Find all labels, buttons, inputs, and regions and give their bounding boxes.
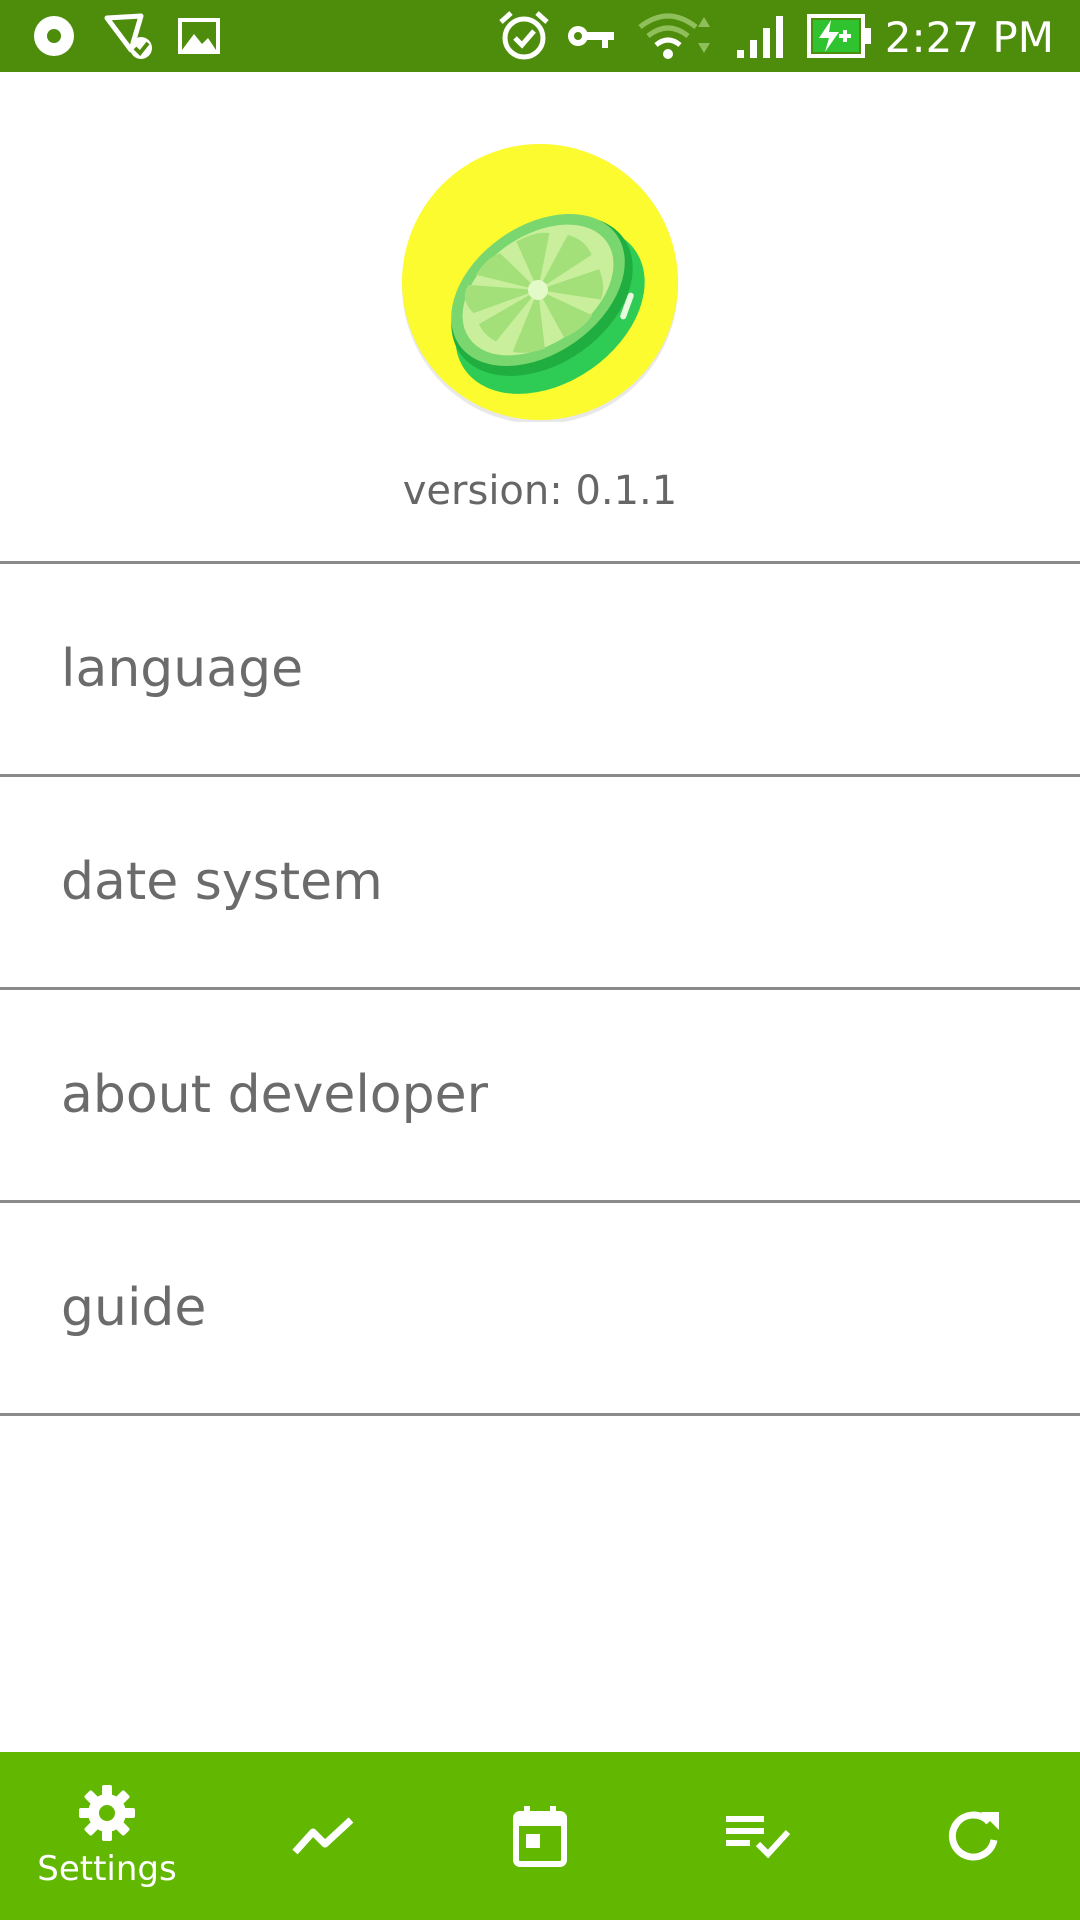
nav-statistics[interactable] [236, 1752, 410, 1920]
alarm-icon [496, 11, 552, 60]
refresh-icon [948, 1811, 999, 1861]
lime-logo-icon [402, 144, 678, 424]
nav-refresh[interactable] [886, 1752, 1060, 1920]
nav-calendar[interactable] [453, 1752, 627, 1920]
menu-item-label: language [61, 639, 304, 699]
wifi-icon [636, 12, 716, 60]
calendar-icon [513, 1806, 567, 1867]
menu-item-date-system[interactable]: date system [0, 774, 1080, 987]
trend-icon [292, 1817, 354, 1855]
battery-charging-icon [806, 12, 874, 60]
settings-screen: 2:27 PM version: 0.1.1 language date sys… [0, 0, 1080, 1920]
app-logo [400, 142, 680, 424]
menu-item-language[interactable]: language [0, 561, 1080, 774]
menu-item-label: date system [61, 852, 383, 912]
image-icon [176, 12, 222, 60]
gear-icon [79, 1785, 135, 1841]
checklist-icon [726, 1816, 790, 1859]
nav-checklist[interactable] [670, 1752, 844, 1920]
location-check-icon [100, 12, 156, 60]
nav-settings-label: Settings [37, 1849, 177, 1889]
version-text: version: 0.1.1 [402, 468, 678, 514]
key-icon [566, 12, 616, 60]
settings-menu: language date system about developer gui… [0, 561, 1080, 1416]
menu-item-label: guide [61, 1278, 207, 1338]
signal-icon [734, 12, 790, 60]
menu-item-about-developer[interactable]: about developer [0, 987, 1080, 1200]
bottom-nav: Settings [0, 1752, 1080, 1920]
menu-item-label: about developer [61, 1065, 488, 1125]
nav-settings[interactable]: Settings [20, 1752, 194, 1920]
status-time: 2:27 PM [884, 13, 1054, 62]
status-bar: 2:27 PM [0, 0, 1080, 72]
record-icon [30, 12, 78, 60]
menu-item-guide[interactable]: guide [0, 1200, 1080, 1416]
